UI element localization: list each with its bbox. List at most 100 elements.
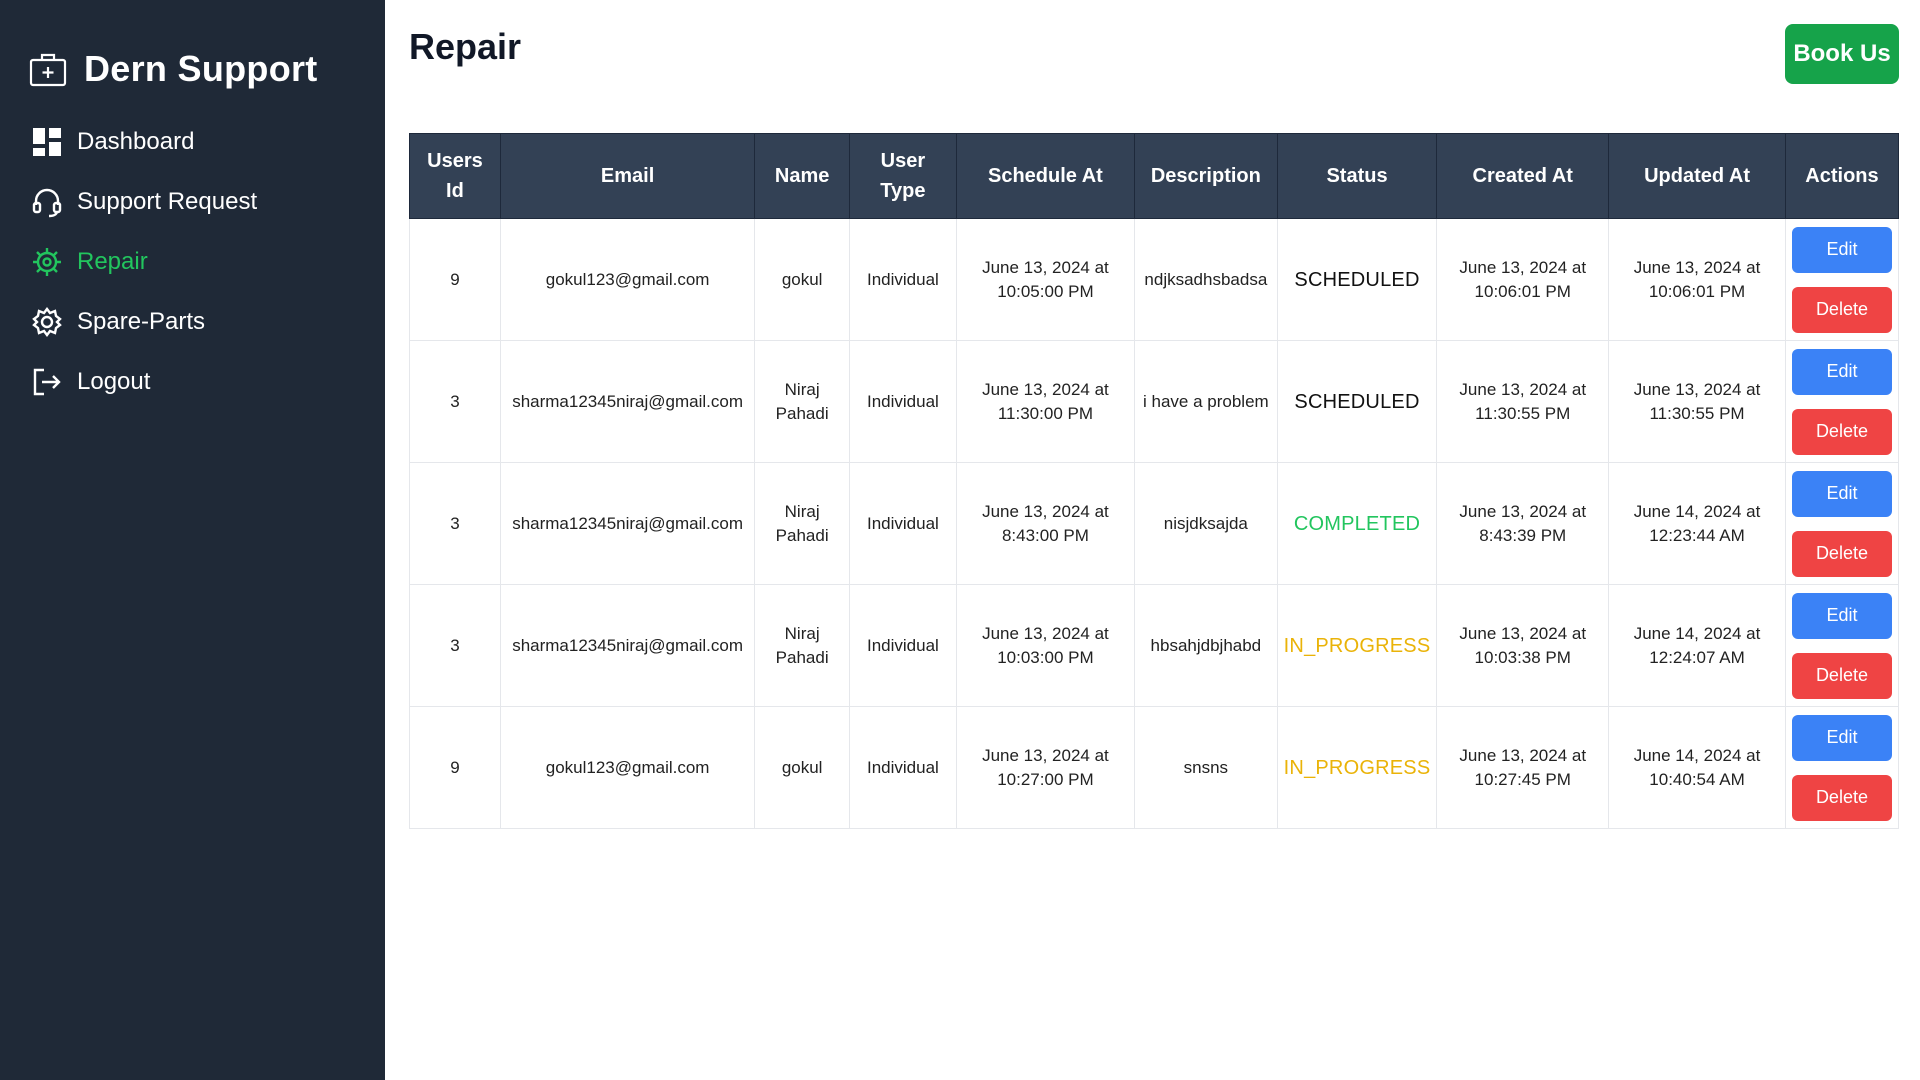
cell-updated-at: June 14, 2024 at 10:40:54 AM	[1608, 706, 1786, 829]
cell-description: i have a problem	[1134, 340, 1278, 463]
delete-button[interactable]: Delete	[1791, 652, 1892, 699]
cell-updated-at: June 14, 2024 at 12:23:44 AM	[1608, 462, 1786, 585]
cell-name: Niraj Pahadi	[754, 462, 850, 585]
cell-user-id: 3	[409, 340, 501, 463]
cell-schedule-at: June 13, 2024 at 10:27:00 PM	[955, 706, 1136, 829]
book-us-button[interactable]: Book Us	[1785, 24, 1899, 84]
column-header-created-at: Created At	[1436, 133, 1610, 219]
column-header-description: Description	[1134, 133, 1278, 219]
brand: Dern Support	[0, 48, 385, 90]
page-title: Repair	[409, 26, 522, 67]
delete-button[interactable]: Delete	[1791, 774, 1892, 821]
table-row: 3 sharma12345niraj@gmail.com Niraj Pahadi I…	[409, 340, 1900, 463]
cell-user-type: Individual	[848, 584, 957, 707]
column-header-users-id: Users Id	[409, 133, 501, 219]
column-header-actions: Actions	[1784, 133, 1900, 219]
cell-email: gokul123@gmail.com	[499, 218, 756, 341]
cell-schedule-at: June 13, 2024 at 10:05:00 PM	[955, 218, 1136, 341]
app-root: Dern Support Dashboard Support Request R…	[0, 0, 1920, 1080]
cell-user-id: 9	[409, 706, 501, 829]
cell-name: gokul	[754, 218, 850, 341]
cell-description: ndjksadhsbadsa	[1134, 218, 1278, 341]
table-body: 9 gokul123@gmail.com gokul Individual June 1…	[409, 218, 1900, 829]
delete-button[interactable]: Delete	[1791, 530, 1892, 577]
column-header-user-type: User Type	[848, 133, 957, 219]
cell-created-at: June 13, 2024 at 10:27:45 PM	[1436, 706, 1610, 829]
cell-user-type: Individual	[848, 706, 957, 829]
edit-button[interactable]: Edit	[1791, 226, 1892, 273]
logout-icon	[31, 366, 63, 398]
cell-actions: Edit Delete	[1784, 706, 1900, 829]
main-content: Repair Book Us Users Id Email Name User …	[385, 0, 1920, 1080]
cell-email: sharma12345niraj@gmail.com	[499, 340, 756, 463]
cell-description: nisjdksajda	[1134, 462, 1278, 585]
column-header-name: Name	[754, 133, 850, 219]
gear-icon	[31, 306, 63, 338]
sidebar-item-label: Logout	[77, 368, 151, 395]
headset-icon	[31, 186, 63, 218]
repair-gear-icon	[31, 246, 63, 278]
edit-button[interactable]: Edit	[1791, 470, 1892, 517]
cell-email: sharma12345niraj@gmail.com	[499, 584, 756, 707]
cell-created-at: June 13, 2024 at 11:30:55 PM	[1436, 340, 1610, 463]
cell-user-id: 3	[409, 584, 501, 707]
cell-status: SCHEDULED	[1276, 218, 1438, 341]
cell-description: hbsahjdbjhabd	[1134, 584, 1278, 707]
delete-button[interactable]: Delete	[1791, 286, 1892, 333]
sidebar-item-repair[interactable]: Repair	[0, 232, 385, 292]
cell-user-id: 9	[409, 218, 501, 341]
cell-schedule-at: June 13, 2024 at 10:03:00 PM	[955, 584, 1136, 707]
cell-created-at: June 13, 2024 at 10:06:01 PM	[1436, 218, 1610, 341]
sidebar-item-support-request[interactable]: Support Request	[0, 172, 385, 232]
sidebar-item-label: Spare-Parts	[77, 308, 206, 335]
table-row: 3 sharma12345niraj@gmail.com Niraj Pahadi I…	[409, 462, 1900, 585]
cell-status: IN_PROGRESS	[1276, 584, 1438, 707]
cell-user-type: Individual	[848, 462, 957, 585]
delete-button[interactable]: Delete	[1791, 408, 1892, 455]
cell-status: SCHEDULED	[1276, 340, 1438, 463]
cell-actions: Edit Delete	[1784, 584, 1900, 707]
sidebar-item-spare-parts[interactable]: Spare-Parts	[0, 292, 385, 352]
sidebar-item-label: Support Request	[77, 188, 258, 215]
cell-schedule-at: June 13, 2024 at 8:43:00 PM	[955, 462, 1136, 585]
column-header-email: Email	[499, 133, 756, 219]
cell-updated-at: June 13, 2024 at 11:30:55 PM	[1608, 340, 1786, 463]
cell-email: sharma12345niraj@gmail.com	[499, 462, 756, 585]
table-row: 3 sharma12345niraj@gmail.com Niraj Pahadi I…	[409, 584, 1900, 707]
sidebar-item-logout[interactable]: Logout	[0, 352, 385, 412]
cell-actions: Edit Delete	[1784, 340, 1900, 463]
sidebar: Dern Support Dashboard Support Request R…	[0, 0, 385, 1080]
edit-button[interactable]: Edit	[1791, 348, 1892, 395]
repair-table: Users Id Email Name User Type Schedule A…	[409, 133, 1900, 829]
table-row: 9 gokul123@gmail.com gokul Individual June 1…	[409, 706, 1900, 829]
edit-button[interactable]: Edit	[1791, 592, 1892, 639]
cell-actions: Edit Delete	[1784, 218, 1900, 341]
brand-title: Dern Support	[84, 48, 318, 89]
briefcase-medical-icon	[29, 53, 67, 87]
cell-name: Niraj Pahadi	[754, 340, 850, 463]
cell-updated-at: June 13, 2024 at 10:06:01 PM	[1608, 218, 1786, 341]
cell-email: gokul123@gmail.com	[499, 706, 756, 829]
cell-status: IN_PROGRESS	[1276, 706, 1438, 829]
cell-description: snsns	[1134, 706, 1278, 829]
table-header-row: Users Id Email Name User Type Schedule A…	[409, 133, 1900, 219]
sidebar-item-label: Repair	[77, 248, 148, 275]
cell-schedule-at: June 13, 2024 at 11:30:00 PM	[955, 340, 1136, 463]
edit-button[interactable]: Edit	[1791, 714, 1892, 761]
cell-name: Niraj Pahadi	[754, 584, 850, 707]
cell-status: COMPLETED	[1276, 462, 1438, 585]
cell-created-at: June 13, 2024 at 8:43:39 PM	[1436, 462, 1610, 585]
column-header-status: Status	[1276, 133, 1438, 219]
cell-actions: Edit Delete	[1784, 462, 1900, 585]
column-header-updated-at: Updated At	[1608, 133, 1786, 219]
cell-user-type: Individual	[848, 218, 957, 341]
cell-user-id: 3	[409, 462, 501, 585]
cell-updated-at: June 14, 2024 at 12:24:07 AM	[1608, 584, 1786, 707]
table-row: 9 gokul123@gmail.com gokul Individual June 1…	[409, 218, 1900, 341]
cell-created-at: June 13, 2024 at 10:03:38 PM	[1436, 584, 1610, 707]
cell-user-type: Individual	[848, 340, 957, 463]
column-header-schedule-at: Schedule At	[955, 133, 1136, 219]
dashboard-icon	[31, 126, 63, 158]
cell-name: gokul	[754, 706, 850, 829]
sidebar-item-dashboard[interactable]: Dashboard	[0, 112, 385, 172]
